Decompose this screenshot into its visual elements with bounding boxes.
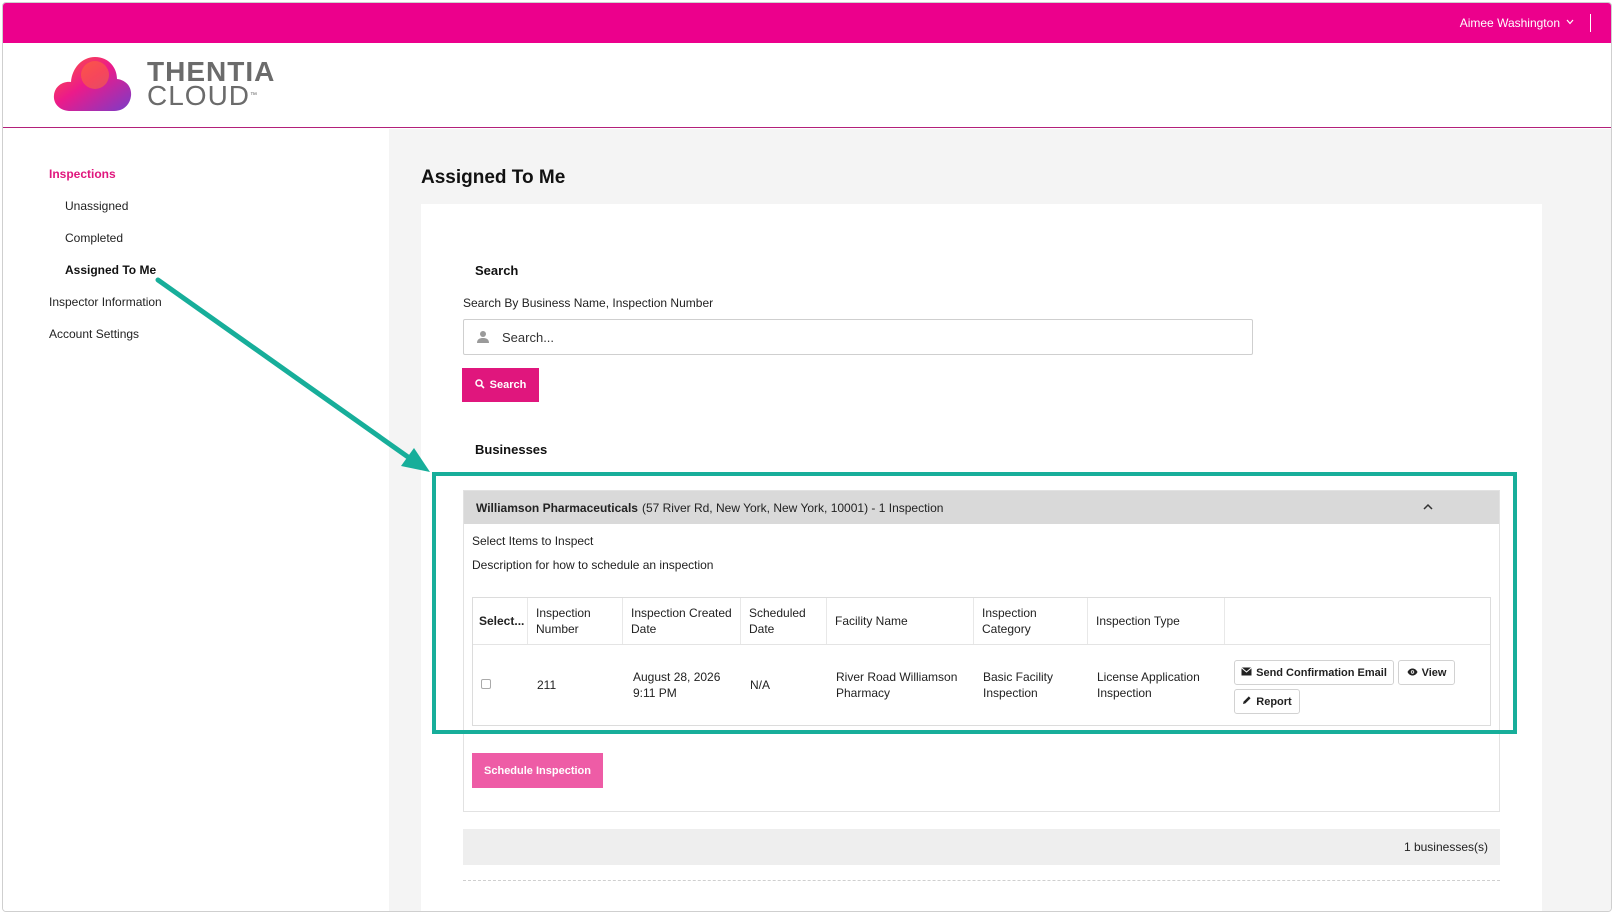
view-button-label: View bbox=[1421, 666, 1447, 679]
page-title: Assigned To Me bbox=[421, 167, 566, 188]
column-header-facility-name[interactable]: Facility Name bbox=[835, 613, 908, 629]
chevron-down-icon bbox=[1566, 17, 1574, 27]
column-header-inspection-number[interactable]: Inspection Number bbox=[536, 605, 616, 637]
results-count-bar: 1 businesses(s) bbox=[463, 829, 1500, 865]
sidebar-item-unassigned[interactable]: Unassigned bbox=[65, 199, 128, 213]
logo-wordmark: THENTIA CLOUD™ bbox=[147, 58, 275, 110]
report-button[interactable]: Report bbox=[1234, 689, 1300, 714]
column-header-inspection-category[interactable]: Inspection Category bbox=[982, 605, 1062, 637]
topbar-divider bbox=[1590, 14, 1591, 32]
logo-line-2-text: CLOUD bbox=[147, 80, 251, 111]
sidebar-section-inspections[interactable]: Inspections bbox=[49, 167, 116, 181]
cell-scheduled-date: N/A bbox=[750, 678, 771, 692]
header-row-divider bbox=[473, 644, 1490, 645]
trademark-symbol: ™ bbox=[250, 92, 259, 99]
cell-created-date: August 28, 2026 9:11 PM bbox=[633, 670, 721, 700]
cloud-logo-icon bbox=[53, 57, 132, 111]
column-divider bbox=[1224, 598, 1225, 644]
column-header-created-date[interactable]: Inspection Created Date bbox=[631, 605, 741, 637]
sidebar: Inspections Unassigned Completed Assigne… bbox=[3, 129, 389, 911]
search-field[interactable] bbox=[463, 319, 1253, 355]
sidebar-item-completed[interactable]: Completed bbox=[65, 231, 123, 245]
businesses-heading: Businesses bbox=[475, 442, 548, 457]
app-window: Aimee Washington THENTIA CLOUD™ Inspecti… bbox=[2, 2, 1612, 912]
column-divider bbox=[527, 598, 528, 644]
thentia-cloud-logo[interactable]: THENTIA CLOUD™ bbox=[53, 53, 275, 115]
eye-icon bbox=[1407, 667, 1418, 679]
envelope-icon bbox=[1241, 666, 1252, 679]
column-divider bbox=[1087, 598, 1088, 644]
business-name: Williamson Pharmaceuticals bbox=[476, 500, 638, 515]
user-menu[interactable]: Aimee Washington bbox=[1460, 16, 1574, 30]
column-divider bbox=[826, 598, 827, 644]
business-panel-header[interactable]: Williamson Pharmaceuticals (57 River Rd,… bbox=[464, 491, 1499, 524]
cell-inspection-type: License Application Inspection bbox=[1097, 670, 1200, 700]
header: THENTIA CLOUD™ bbox=[3, 43, 1611, 128]
column-header-inspection-type[interactable]: Inspection Type bbox=[1096, 613, 1180, 629]
chevron-up-icon[interactable] bbox=[1421, 500, 1435, 514]
schedule-inspection-button[interactable]: Schedule Inspection bbox=[472, 753, 603, 788]
pencil-icon bbox=[1242, 695, 1252, 708]
view-button[interactable]: View bbox=[1398, 660, 1455, 685]
inspections-table: Select... Inspection Number Inspection C… bbox=[472, 597, 1491, 726]
search-heading: Search bbox=[475, 263, 519, 278]
sidebar-item-inspector-information[interactable]: Inspector Information bbox=[49, 295, 162, 309]
column-divider bbox=[740, 598, 741, 644]
search-icon bbox=[474, 378, 485, 392]
footer-divider bbox=[463, 880, 1500, 881]
column-header-scheduled-date[interactable]: Scheduled Date bbox=[749, 605, 819, 637]
search-button-label: Search bbox=[489, 379, 527, 391]
logo-line-2: CLOUD™ bbox=[147, 82, 275, 110]
column-divider bbox=[973, 598, 974, 644]
cell-facility-name: River Road Williamson Pharmacy bbox=[836, 670, 958, 700]
send-confirmation-email-button[interactable]: Send Confirmation Email bbox=[1234, 660, 1394, 685]
content-card: Search Search By Business Name, Inspecti… bbox=[421, 204, 1542, 911]
schedule-description: Description for how to schedule an inspe… bbox=[472, 558, 714, 572]
top-bar: Aimee Washington bbox=[3, 3, 1611, 43]
user-name: Aimee Washington bbox=[1459, 16, 1560, 30]
results-count: 1 businesses(s) bbox=[1403, 840, 1488, 854]
search-button[interactable]: Search bbox=[462, 368, 539, 402]
column-divider bbox=[622, 598, 623, 644]
select-items-title: Select Items to Inspect bbox=[472, 534, 594, 548]
user-icon bbox=[476, 330, 490, 344]
sidebar-item-assigned-to-me[interactable]: Assigned To Me bbox=[65, 263, 156, 277]
business-panel: Williamson Pharmaceuticals (57 River Rd,… bbox=[463, 490, 1500, 812]
cell-inspection-category: Basic Facility Inspection bbox=[983, 670, 1054, 700]
search-input[interactable] bbox=[502, 329, 1202, 345]
send-confirmation-email-label: Send Confirmation Email bbox=[1256, 666, 1387, 679]
cell-inspection-number: 211 bbox=[537, 678, 557, 692]
search-hint: Search By Business Name, Inspection Numb… bbox=[463, 296, 714, 310]
business-details: (57 River Rd, New York, New York, 10001)… bbox=[641, 500, 944, 515]
main-content: Assigned To Me Search Search By Business… bbox=[389, 129, 1611, 911]
report-button-label: Report bbox=[1256, 695, 1292, 708]
column-header-select[interactable]: Select... bbox=[479, 613, 524, 629]
row-select-checkbox[interactable] bbox=[481, 679, 491, 689]
sidebar-item-account-settings[interactable]: Account Settings bbox=[49, 327, 139, 341]
